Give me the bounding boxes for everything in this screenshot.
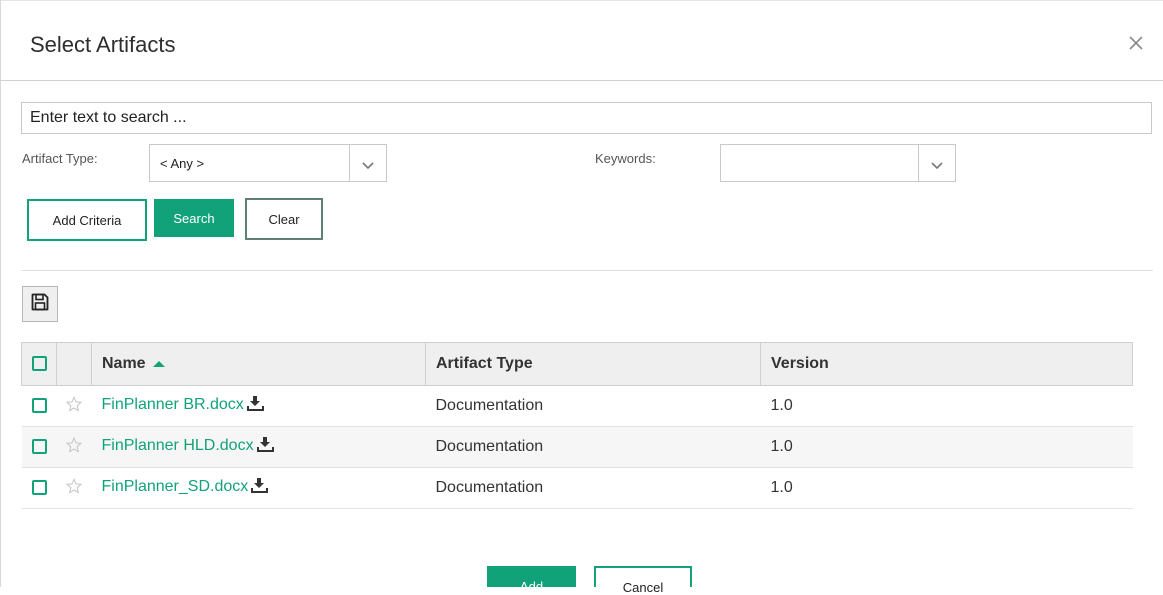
- sort-ascending-icon: [152, 355, 166, 373]
- download-icon[interactable]: [251, 477, 269, 499]
- name-cell: FinPlanner BR.docx: [91, 385, 426, 427]
- add-button[interactable]: Add: [487, 566, 576, 594]
- artifact-link[interactable]: FinPlanner BR.docx: [102, 396, 244, 413]
- name-cell: FinPlanner_SD.docx: [91, 467, 426, 509]
- star-icon[interactable]: [65, 395, 83, 417]
- table-row[interactable]: FinPlanner HLD.docx Documentation 1.0: [21, 426, 1133, 468]
- version-cell: 1.0: [760, 385, 1133, 427]
- column-header-version[interactable]: Version: [760, 342, 1133, 386]
- version-cell: 1.0: [760, 426, 1133, 468]
- row-checkbox[interactable]: [31, 439, 47, 455]
- save-icon: [30, 292, 50, 317]
- download-icon[interactable]: [246, 395, 265, 417]
- favorite-cell: [56, 467, 92, 509]
- favorite-cell: [56, 385, 92, 427]
- select-all-checkbox[interactable]: [31, 356, 47, 372]
- column-header-artifact-type[interactable]: Artifact Type: [425, 342, 761, 386]
- artifact-type-cell: Documentation: [425, 385, 761, 427]
- star-icon[interactable]: [65, 477, 83, 499]
- artifacts-table: Name Artifact Type Version FinPlanner BR…: [21, 342, 1133, 509]
- artifact-type-cell: Documentation: [425, 467, 761, 509]
- left-rule: [0, 0, 1, 587]
- download-icon[interactable]: [256, 436, 275, 458]
- close-icon[interactable]: [1127, 34, 1145, 52]
- column-header-name[interactable]: Name: [91, 342, 426, 386]
- column-header-name-label: Name: [102, 355, 146, 373]
- row-checkbox[interactable]: [31, 398, 47, 414]
- keywords-select[interactable]: [720, 144, 956, 182]
- favorite-column-header: [56, 342, 92, 386]
- table-row[interactable]: FinPlanner BR.docx Documentation 1.0: [21, 385, 1133, 427]
- artifact-link[interactable]: FinPlanner HLD.docx: [102, 437, 254, 454]
- search-button[interactable]: Search: [154, 199, 234, 237]
- select-all-cell: [21, 342, 57, 386]
- dialog-title: Select Artifacts: [30, 32, 176, 57]
- chevron-down-icon: [930, 158, 944, 170]
- table-row[interactable]: FinPlanner_SD.docx Documentation 1.0: [21, 467, 1133, 509]
- version-cell: 1.0: [760, 467, 1133, 509]
- select-divider: [349, 145, 350, 181]
- chevron-down-icon: [361, 158, 375, 170]
- artifact-type-value: < Any >: [160, 156, 205, 171]
- keywords-label: Keywords:: [595, 151, 656, 166]
- artifact-link[interactable]: FinPlanner_SD.docx: [102, 478, 249, 495]
- artifact-type-cell: Documentation: [425, 426, 761, 468]
- add-criteria-button[interactable]: Add Criteria: [27, 199, 147, 241]
- row-checkbox-cell: [21, 467, 57, 509]
- artifact-type-select[interactable]: < Any >: [149, 144, 387, 182]
- save-button[interactable]: [22, 286, 58, 322]
- search-input[interactable]: [21, 102, 1152, 134]
- cancel-button[interactable]: Cancel: [594, 566, 692, 595]
- section-divider: [21, 270, 1153, 271]
- star-icon[interactable]: [65, 436, 83, 458]
- favorite-cell: [56, 426, 92, 468]
- dialog-header: Select Artifacts: [0, 0, 1163, 81]
- table-header-row: Name Artifact Type Version: [21, 342, 1133, 386]
- select-divider: [918, 145, 919, 181]
- clear-button[interactable]: Clear: [245, 198, 323, 240]
- row-checkbox-cell: [21, 426, 57, 468]
- artifact-type-label: Artifact Type:: [22, 151, 98, 166]
- name-cell: FinPlanner HLD.docx: [91, 426, 426, 468]
- row-checkbox[interactable]: [31, 480, 47, 496]
- row-checkbox-cell: [21, 385, 57, 427]
